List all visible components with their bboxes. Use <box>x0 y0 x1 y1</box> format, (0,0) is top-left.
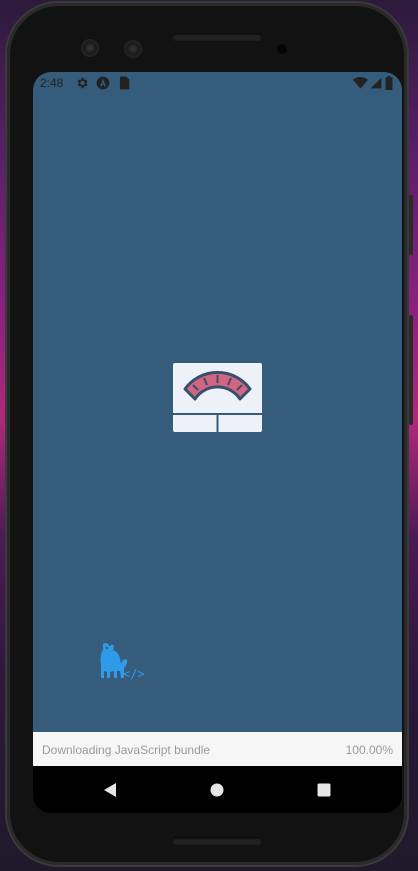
bottom-speaker <box>172 837 262 845</box>
signal-icon <box>370 77 382 89</box>
power-button <box>409 195 413 255</box>
download-percentage: 100.00% <box>345 743 393 757</box>
wifi-icon <box>353 77 368 89</box>
earpiece-speaker <box>172 33 262 41</box>
settings-gear-icon <box>77 77 88 89</box>
status-time: 2:48 <box>40 76 64 90</box>
back-triangle-icon <box>104 783 116 797</box>
proximity-sensor <box>277 44 287 54</box>
download-message: Downloading JavaScript bundle <box>42 743 211 757</box>
recents-square-icon <box>317 783 331 797</box>
navigation-bar <box>33 766 402 813</box>
app-splash-screen: </> <box>33 94 402 732</box>
recents-button[interactable] <box>310 776 338 804</box>
cat-code-icon: </> <box>100 642 145 680</box>
home-circle-icon <box>210 783 224 797</box>
phone-frame: 2:48 </> Downloading JavaScript bundle 1… <box>7 3 407 865</box>
weighing-scale-icon <box>173 363 262 432</box>
volume-button <box>409 315 413 425</box>
sim-card-icon <box>119 76 130 90</box>
svg-text:</>: </> <box>123 667 145 680</box>
home-button[interactable] <box>203 776 231 804</box>
app-a-icon <box>96 76 110 90</box>
back-button[interactable] <box>96 776 124 804</box>
screen: 2:48 </> Downloading JavaScript bundle 1… <box>33 72 402 813</box>
download-progress-bar: Downloading JavaScript bundle 100.00% <box>33 732 402 766</box>
front-camera-icon <box>81 39 99 57</box>
status-bar: 2:48 <box>33 72 402 94</box>
front-camera-secondary-icon <box>124 40 142 58</box>
battery-icon <box>385 76 393 90</box>
